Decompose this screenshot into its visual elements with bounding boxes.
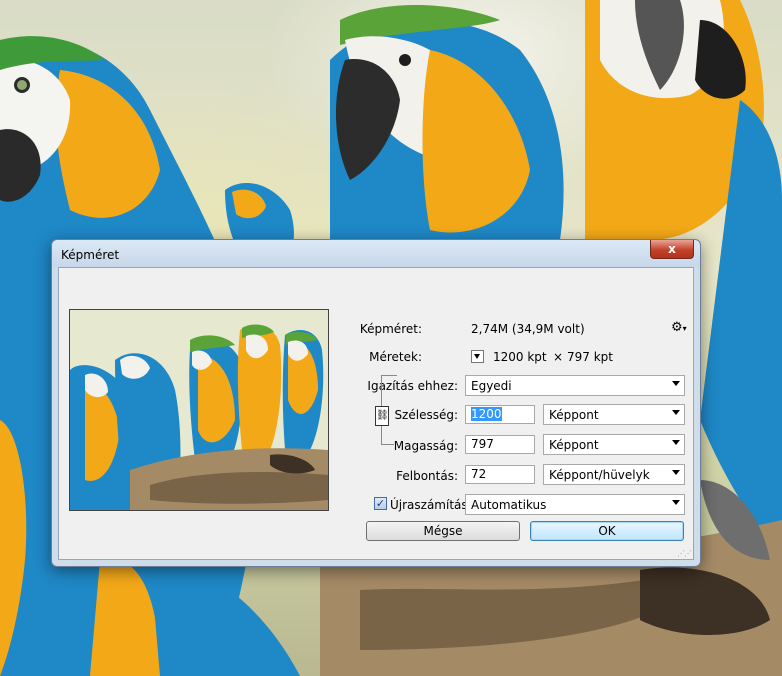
- chevron-down-icon: [672, 440, 680, 445]
- chevron-down-icon: [672, 381, 680, 386]
- height-input[interactable]: 797: [465, 435, 535, 454]
- dimensions-height-value: 797 kpt: [567, 350, 613, 364]
- height-label: Magasság:: [393, 439, 458, 453]
- image-preview[interactable]: [69, 309, 329, 511]
- dimensions-separator: ×: [553, 350, 564, 364]
- ok-button[interactable]: OK: [530, 521, 684, 541]
- resample-label: Újraszámítás:: [390, 498, 472, 512]
- fit-to-value: Egyedi: [471, 379, 512, 393]
- close-icon: x: [668, 242, 676, 256]
- close-button[interactable]: x: [650, 240, 694, 259]
- constrain-bracket-upper: [381, 375, 394, 406]
- width-unit-value: Képpont: [549, 408, 599, 422]
- resolution-label: Felbontás:: [396, 469, 458, 483]
- height-unit-select[interactable]: Képpont: [543, 434, 685, 455]
- resize-grip[interactable]: ⋰⋰: [677, 549, 692, 558]
- width-input[interactable]: 1200: [465, 405, 535, 424]
- width-unit-select[interactable]: Képpont: [543, 404, 685, 425]
- image-size-value: 2,74M (34,9M volt): [471, 322, 585, 336]
- resolution-value: 72: [471, 467, 487, 481]
- constrain-proportions-link-icon[interactable]: ⛓: [375, 406, 389, 426]
- width-value: 1200: [471, 407, 502, 421]
- resolution-input[interactable]: 72: [465, 465, 535, 484]
- width-label: Szélesség:: [394, 408, 458, 422]
- chevron-down-icon: [672, 410, 680, 415]
- dialog-content: Képméret: 2,74M (34,9M volt) ⚙▾ Méretek:…: [58, 267, 694, 560]
- dimensions-label: Méretek:: [369, 350, 422, 364]
- cancel-button[interactable]: Mégse: [366, 521, 520, 541]
- fit-to-select[interactable]: Egyedi: [465, 375, 685, 396]
- chevron-down-icon: [672, 500, 680, 505]
- height-value: 797: [471, 437, 494, 451]
- gear-icon[interactable]: ⚙▾: [671, 320, 687, 335]
- constrain-bracket-lower: [381, 426, 394, 445]
- preview-thumbnail-art: [70, 310, 328, 510]
- resample-checkbox[interactable]: ✓: [374, 497, 387, 510]
- resample-method-value: Automatikus: [471, 498, 547, 512]
- image-size-label: Képméret:: [359, 322, 422, 336]
- dimensions-width-value: 1200 kpt: [493, 350, 547, 364]
- image-size-dialog: Képméret x Képméret: 2,74M (34,9M volt) …: [51, 239, 701, 567]
- chevron-down-icon: [672, 470, 680, 475]
- dialog-title: Képméret: [61, 248, 120, 262]
- resolution-unit-value: Képpont/hüvelyk: [549, 468, 650, 482]
- dimensions-unit-dropdown[interactable]: [471, 350, 484, 363]
- resample-method-select[interactable]: Automatikus: [465, 494, 685, 515]
- title-bar[interactable]: Képméret x: [52, 240, 700, 267]
- height-unit-value: Képpont: [549, 438, 599, 452]
- resolution-unit-select[interactable]: Képpont/hüvelyk: [543, 464, 685, 485]
